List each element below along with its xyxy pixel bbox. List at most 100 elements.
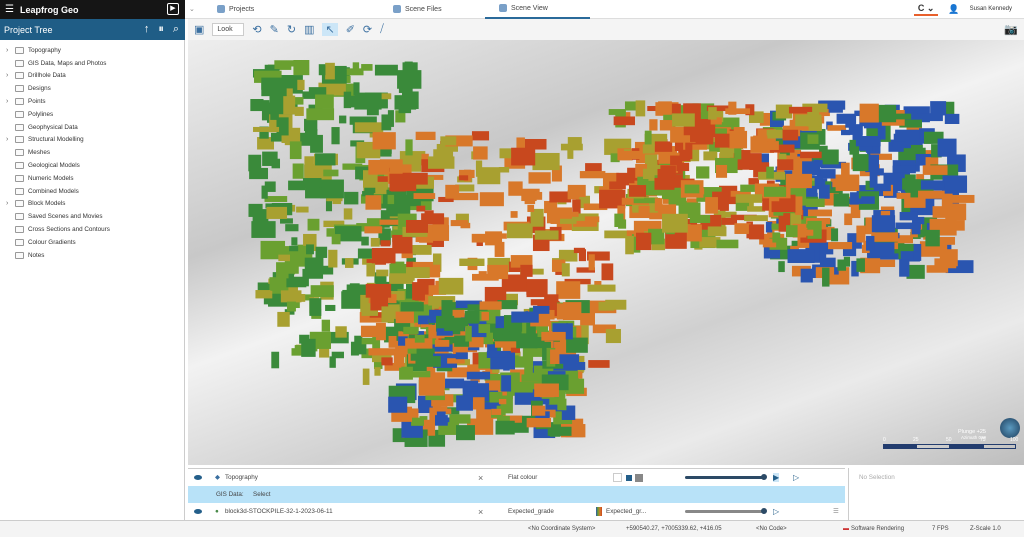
block-cell [248, 154, 262, 172]
tree-item[interactable]: Geological Models [0, 159, 184, 172]
tab-scene-files[interactable]: Scene Files [379, 0, 485, 19]
refresh-icon[interactable]: ↻ [287, 23, 296, 36]
tree-item[interactable]: Notes [0, 249, 184, 262]
layer-style-select[interactable]: Expected_grade [508, 508, 554, 515]
block-cell [735, 194, 763, 203]
block-cell [406, 267, 430, 279]
block-cell [526, 418, 552, 428]
menu-icon[interactable]: ☰ [5, 4, 14, 15]
outline-play-icon[interactable]: ▷ [773, 507, 779, 516]
tree-item[interactable]: Meshes [0, 146, 184, 159]
search-icon[interactable]: ⌕ [173, 23, 179, 36]
outline-play-icon[interactable]: ▷ [793, 473, 799, 482]
pen-icon[interactable]: ✎ [270, 23, 279, 36]
play-icon[interactable]: ▶ [773, 473, 780, 482]
tree-item[interactable]: Colour Gradients [0, 236, 184, 249]
block-cell [418, 377, 445, 396]
block-cell [288, 180, 306, 191]
block-cell [477, 167, 501, 185]
screen-icon[interactable]: ▣ [194, 23, 204, 36]
select-pointer-icon[interactable]: ↖ [322, 23, 338, 36]
eye-icon[interactable] [194, 509, 202, 514]
expand-arrow-icon[interactable]: › [6, 47, 15, 54]
colour-swatch[interactable] [635, 473, 643, 482]
tree-item[interactable]: Combined Models [0, 185, 184, 198]
orientation-globe-icon[interactable] [1000, 418, 1020, 438]
tree-item[interactable]: › Drillhole Data [0, 70, 184, 83]
tab-projects[interactable]: Projects [203, 0, 309, 19]
coordinate-system[interactable]: <No Coordinate System> [528, 526, 595, 532]
camera-icon[interactable]: 📷 [1004, 23, 1018, 36]
panel-icon[interactable]: ▥ [304, 23, 314, 36]
sync-icon[interactable]: ⟳ [363, 23, 372, 36]
tree-item[interactable]: › Block Models [0, 198, 184, 211]
tree-item[interactable]: › Structural Modelling [0, 134, 184, 147]
checkbox[interactable] [626, 474, 632, 481]
code-status[interactable]: <No Code> [756, 526, 787, 532]
block-cell [609, 181, 626, 190]
gradient-icon [596, 507, 602, 516]
tree-item[interactable]: Polylines [0, 108, 184, 121]
layer-style-select[interactable]: Flat colour [508, 474, 537, 481]
block-cell [440, 136, 457, 146]
gis-select[interactable]: Select [253, 491, 271, 498]
block-cell [343, 208, 353, 220]
list-icon[interactable]: ☰ [833, 508, 839, 515]
block-cell [831, 228, 839, 242]
block-cell [567, 137, 582, 150]
eye-icon[interactable] [194, 475, 202, 480]
tree-item[interactable]: Cross Sections and Contours [0, 223, 184, 236]
folder-icon [15, 226, 24, 234]
block-cell [261, 77, 287, 97]
folder-icon [15, 162, 24, 170]
tree-item[interactable]: › Points [0, 95, 184, 108]
tree-item[interactable]: Geophysical Data [0, 121, 184, 134]
arrow-up-icon[interactable]: ↑ [144, 23, 150, 36]
block-cell [895, 222, 921, 230]
pause-icon[interactable]: ⏸ [158, 23, 164, 36]
block-cell [567, 149, 574, 159]
block-cell [511, 147, 536, 166]
remove-icon[interactable]: × [478, 507, 483, 517]
block-cell [495, 420, 515, 435]
user-name[interactable]: Susan Kennedy [970, 6, 1012, 12]
block-cell [361, 236, 369, 246]
selection-panel: No Selection [848, 468, 1024, 520]
block-cell [438, 277, 464, 295]
expand-arrow-icon[interactable]: › [6, 200, 15, 207]
transparency-slider[interactable] [685, 508, 767, 514]
block-cell [684, 184, 700, 194]
expand-arrow-icon[interactable]: › [6, 98, 15, 105]
z-scale[interactable]: Z-Scale 1.0 [970, 526, 1001, 532]
block-cell [904, 174, 916, 192]
layer-row-topography[interactable]: ◆ Topography × Flat colour ▶ ▷ [188, 469, 845, 486]
expand-arrow-icon[interactable]: › [6, 72, 15, 79]
tree-item[interactable]: › Topography [0, 44, 184, 57]
block-cell [628, 185, 647, 197]
ruler-icon[interactable]: ⧸ [380, 23, 384, 36]
layer-row-block-model[interactable]: ● block3d-STOCKPILE-32-1-2023-06-11 × Ex… [188, 503, 845, 520]
cursor-coordinates: +590540.27, +7005339.62, +416.05 [626, 526, 722, 532]
play-icon[interactable]: ▶ [167, 3, 179, 15]
gradient-select[interactable]: Expected_gr... [606, 508, 646, 515]
remove-icon[interactable]: × [478, 473, 483, 483]
scene-viewport[interactable] [188, 40, 1024, 465]
tree-item[interactable]: Saved Scenes and Movies [0, 210, 184, 223]
tree-item[interactable]: GIS Data, Maps and Photos [0, 57, 184, 70]
connector-icon[interactable]: C ⌄ [913, 3, 939, 16]
tab-scene-view[interactable]: Scene View [485, 0, 590, 19]
tree-item[interactable]: Designs [0, 82, 184, 95]
block-cell [345, 258, 354, 268]
rotate-icon[interactable]: ⟲ [252, 23, 261, 36]
block-cell [287, 301, 296, 312]
tree-item[interactable]: Numeric Models [0, 172, 184, 185]
expand-arrow-icon[interactable]: › [6, 136, 15, 143]
look-select[interactable]: Look [212, 23, 245, 36]
tabs-dropdown-icon[interactable]: ⌄ [189, 5, 203, 13]
block-cell [899, 211, 918, 221]
draw-icon[interactable]: ✐ [346, 23, 355, 36]
transparency-slider[interactable] [685, 474, 767, 480]
colour-swatch[interactable] [613, 473, 622, 482]
folder-icon [15, 59, 24, 67]
folder-icon [15, 136, 24, 144]
